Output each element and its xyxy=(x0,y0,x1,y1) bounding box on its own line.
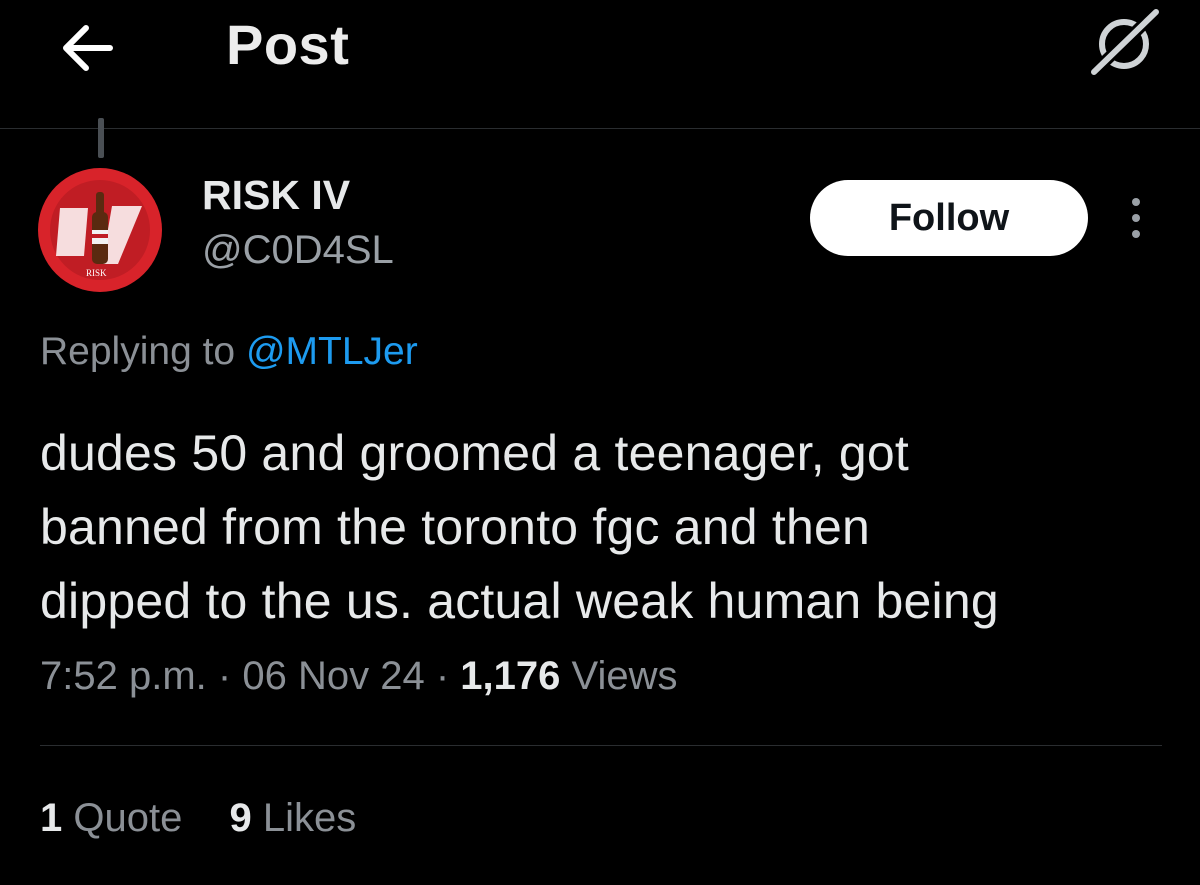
post-date[interactable]: 06 Nov 24 xyxy=(242,654,424,698)
tweet-line: dudes 50 and groomed a teenager, got xyxy=(40,425,909,481)
arrow-left-icon[interactable] xyxy=(58,18,118,78)
quotes-label: Quote xyxy=(73,796,183,840)
replying-to-label: Replying to xyxy=(40,330,236,373)
author-name[interactable]: RISK IV xyxy=(202,172,350,219)
avatar[interactable]: RISK xyxy=(38,168,162,292)
grok-icon[interactable] xyxy=(1086,6,1164,78)
avatar-text: RISK xyxy=(86,268,107,278)
tweet-line: banned from the toronto fgc and then xyxy=(40,499,871,555)
thread-connector-line xyxy=(98,118,104,158)
meta-separator: · xyxy=(217,654,232,698)
header-divider xyxy=(0,128,1200,129)
post-meta: 7:52 p.m. · 06 Nov 24 · 1,176 Views xyxy=(40,654,677,699)
post-stats: 1 Quote 9 Likes xyxy=(40,796,392,841)
more-vertical-icon[interactable] xyxy=(1122,194,1150,242)
reply-target-link[interactable]: @MTLJer xyxy=(246,330,418,373)
quotes-count: 1 xyxy=(40,796,63,840)
views-label: Views xyxy=(571,654,678,698)
header: Post xyxy=(0,0,1200,128)
meta-divider xyxy=(40,745,1162,746)
page-title: Post xyxy=(226,13,350,76)
views-count: 1,176 xyxy=(460,654,561,698)
replying-to: Replying to @MTLJer xyxy=(40,330,418,374)
post-page: Post RISK RISK IV @C0D4SL Follow Replyin… xyxy=(0,0,1200,885)
likes-stat[interactable]: 9 Likes xyxy=(229,796,356,840)
tweet-line: dipped to the us. actual weak human bein… xyxy=(40,573,999,629)
post-time[interactable]: 7:52 p.m. xyxy=(40,654,207,698)
tweet-text: dudes 50 and groomed a teenager, got ban… xyxy=(40,416,1180,638)
follow-button[interactable]: Follow xyxy=(810,180,1088,256)
likes-count: 9 xyxy=(229,796,252,840)
likes-label: Likes xyxy=(262,796,357,840)
meta-separator: · xyxy=(435,654,450,698)
quotes-stat[interactable]: 1 Quote xyxy=(40,796,182,840)
avatar-logo-icon: RISK xyxy=(38,168,162,292)
author-handle[interactable]: @C0D4SL xyxy=(202,228,394,273)
